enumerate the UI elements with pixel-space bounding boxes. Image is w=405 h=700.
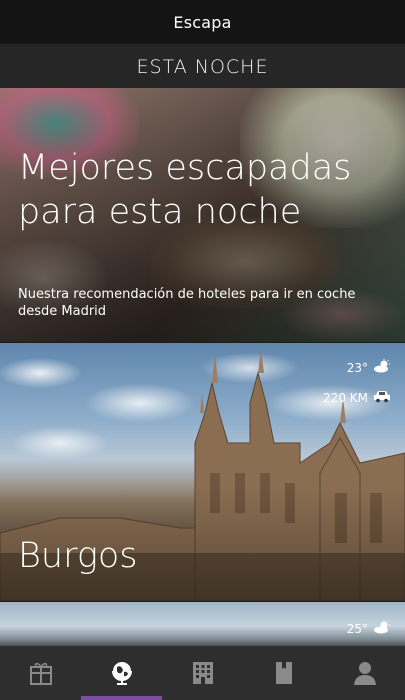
- partly-cloudy-icon: [373, 620, 391, 637]
- featured-collection-card[interactable]: Mejores escapadas para esta noche Nuestr…: [0, 88, 405, 342]
- temperature: 25°: [346, 621, 368, 636]
- nav-tab-explore[interactable]: [81, 646, 162, 700]
- distance: 220 KM: [323, 390, 368, 405]
- destination-card[interactable]: 25°: [0, 602, 405, 646]
- user-icon: [351, 659, 379, 687]
- app-title: Escapa: [173, 12, 232, 32]
- app-header: Escapa: [0, 0, 405, 45]
- distance-info: 220 KM: [323, 389, 391, 406]
- nav-tab-profile[interactable]: [324, 646, 405, 700]
- car-icon: [373, 389, 391, 406]
- bottom-navigation: [0, 646, 405, 700]
- gift-icon: [27, 659, 55, 687]
- nav-tab-gifts[interactable]: [0, 646, 81, 700]
- section-title: ESTA NOCHE: [136, 56, 269, 78]
- hero-subtitle: Nuestra recomendación de hoteles para ir…: [18, 287, 356, 319]
- hotel-icon: [189, 659, 217, 687]
- globe-icon: [108, 659, 136, 687]
- partly-cloudy-icon: [373, 359, 391, 376]
- hero-title: Mejores escapadas para esta noche: [18, 148, 352, 232]
- bookmark-icon: [270, 659, 298, 687]
- section-header: ESTA NOCHE: [0, 46, 405, 88]
- temperature: 23°: [346, 360, 368, 375]
- nav-tab-bookings[interactable]: [243, 646, 324, 700]
- destination-card-burgos[interactable]: 23° 220 KM Burgos: [0, 343, 405, 601]
- nav-tab-hotels[interactable]: [162, 646, 243, 700]
- weather-info: 25°: [347, 620, 391, 637]
- weather-info: 23°: [347, 359, 391, 376]
- destination-name: Burgos: [18, 536, 138, 576]
